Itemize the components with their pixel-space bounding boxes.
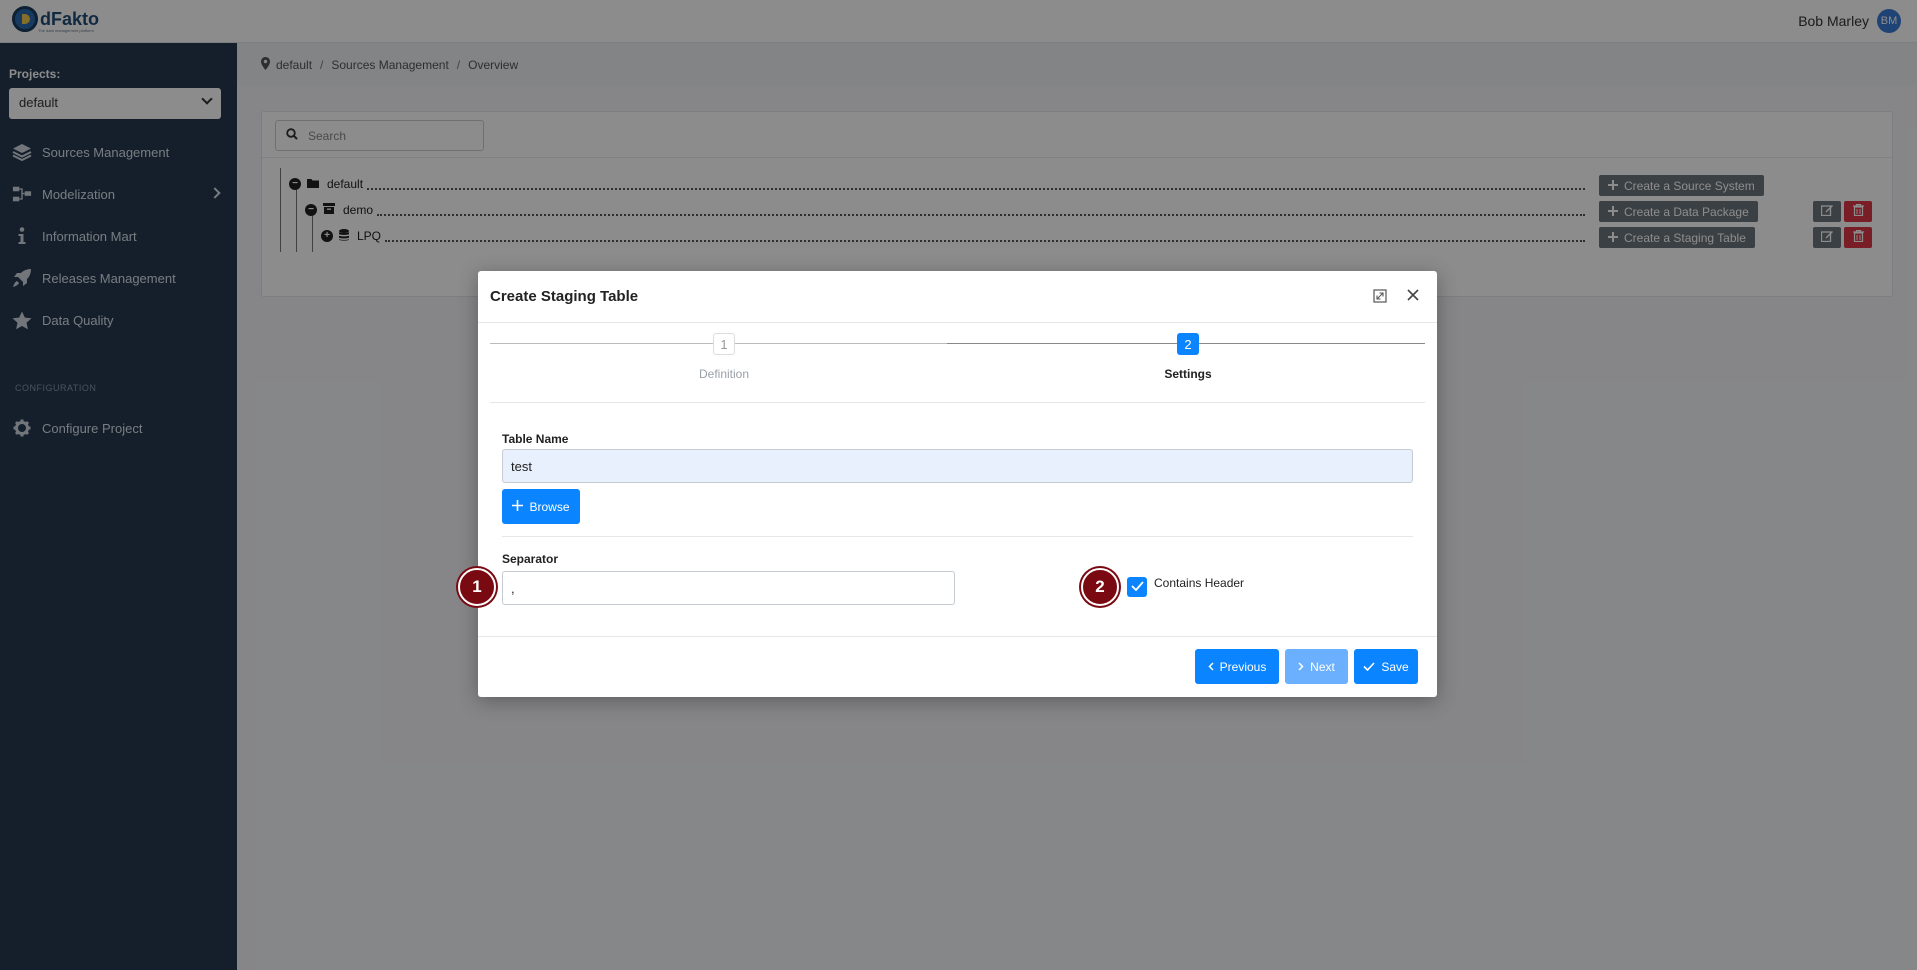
table-name-input[interactable] bbox=[502, 449, 1413, 483]
separator-label: Separator bbox=[502, 552, 559, 566]
chevron-left-icon bbox=[1208, 660, 1214, 674]
contains-header-checkbox[interactable] bbox=[1127, 577, 1147, 597]
modal-title: Create Staging Table bbox=[490, 288, 639, 305]
annotation-marker-1: 1 bbox=[458, 568, 496, 606]
check-icon bbox=[1130, 578, 1144, 596]
step-1-label: Definition bbox=[698, 367, 750, 381]
next-button[interactable]: Next bbox=[1285, 649, 1348, 684]
wizard-steps: 1 Definition 2 Settings bbox=[490, 333, 1425, 395]
close-icon[interactable] bbox=[1405, 287, 1421, 303]
check-icon bbox=[1363, 660, 1375, 674]
browse-button[interactable]: Browse bbox=[502, 489, 580, 524]
save-button[interactable]: Save bbox=[1354, 649, 1418, 684]
step-2-number[interactable]: 2 bbox=[1177, 333, 1199, 355]
contains-header-label[interactable]: Contains Header bbox=[1154, 576, 1244, 590]
separator-input[interactable] bbox=[502, 571, 955, 605]
table-name-label: Table Name bbox=[502, 432, 569, 446]
maximize-icon[interactable] bbox=[1373, 289, 1387, 303]
previous-button[interactable]: Previous bbox=[1195, 649, 1279, 684]
annotation-marker-2: 2 bbox=[1081, 568, 1119, 606]
chevron-right-icon bbox=[1298, 660, 1304, 674]
plus-icon bbox=[512, 499, 524, 514]
step-2-label: Settings bbox=[1164, 367, 1212, 381]
create-staging-table-modal: Create Staging Table 1 Definition 2 Sett… bbox=[478, 271, 1437, 697]
modal-header: Create Staging Table bbox=[478, 271, 1437, 323]
step-1-number[interactable]: 1 bbox=[713, 333, 735, 355]
